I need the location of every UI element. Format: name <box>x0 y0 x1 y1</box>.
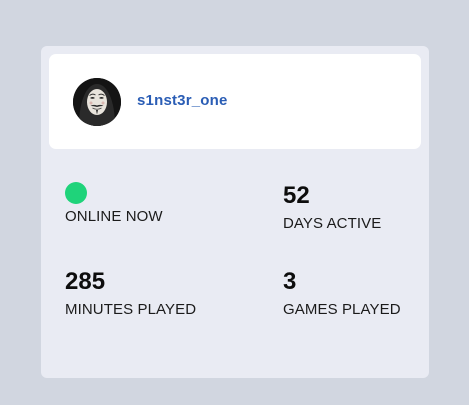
status-dot-icon <box>65 182 87 204</box>
online-status-label: ONLINE NOW <box>65 208 163 225</box>
stat-minutes-played: 285 MINUTES PLAYED <box>65 268 196 319</box>
stat-online-status: ONLINE NOW <box>65 182 163 226</box>
avatar[interactable] <box>73 78 121 126</box>
minutes-played-label: MINUTES PLAYED <box>65 301 197 318</box>
minutes-played-value: 285 <box>65 268 106 295</box>
games-played-label: GAMES PLAYED <box>283 301 401 318</box>
games-played-value: 3 <box>283 268 297 295</box>
masked-face-avatar-icon <box>73 78 121 126</box>
stat-days-active: 52 DAYS ACTIVE <box>283 182 381 233</box>
days-active-label: DAYS ACTIVE <box>283 215 382 232</box>
days-active-value: 52 <box>283 182 310 209</box>
stat-games-played: 3 GAMES PLAYED <box>283 268 401 319</box>
username-link[interactable]: s1nst3r_one <box>137 92 228 109</box>
profile-card: s1nst3r_one ONLINE NOW 52 DAYS ACTIVE 28… <box>41 46 429 378</box>
user-header: s1nst3r_one <box>49 54 421 149</box>
